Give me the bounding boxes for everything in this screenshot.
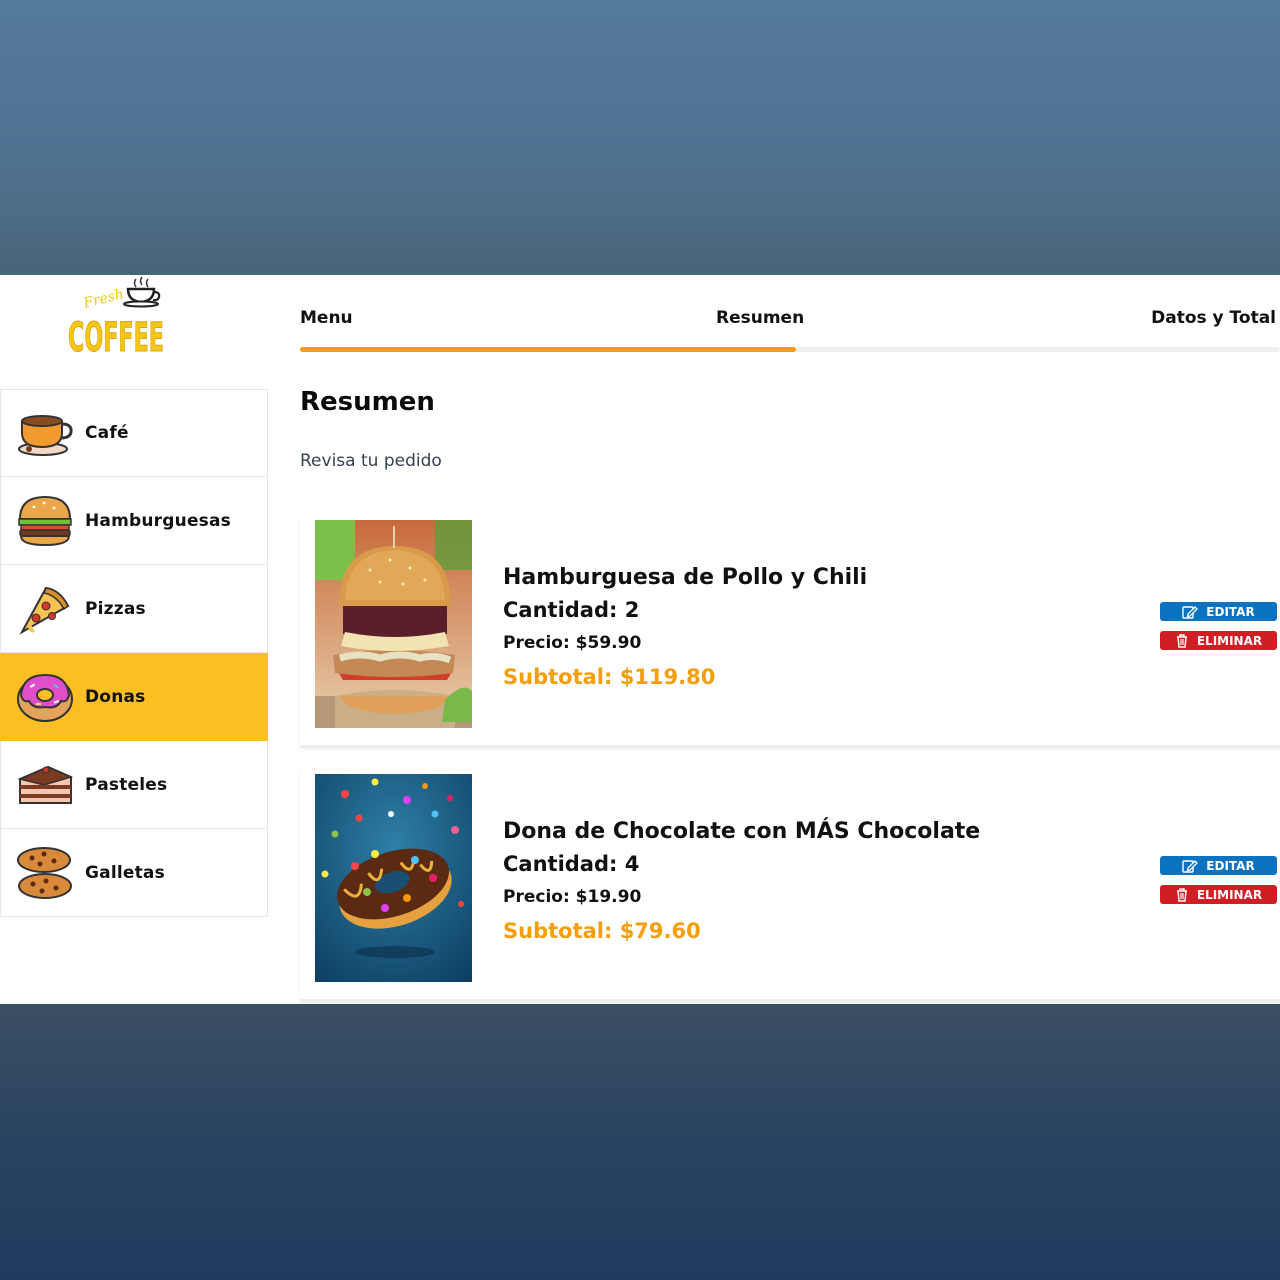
category-sidebar: Café Hamburguesas Pizzas Donas Pasteles … — [0, 389, 268, 917]
svg-text:COFFEE: COFFEE — [68, 315, 164, 359]
item-quantity: Cantidad: 4 — [503, 852, 640, 876]
sidebar-item-galletas[interactable]: Galletas — [0, 829, 268, 917]
app-window: Fresh COFFEE Menu Resumen Datos y Total — [0, 275, 1280, 1004]
cookies-icon — [15, 843, 75, 903]
sidebar-item-label: Galletas — [85, 862, 165, 883]
edit-icon — [1182, 859, 1199, 873]
order-actions: EDITAR ELIMINAR — [1160, 856, 1277, 914]
sidebar-item-label: Pasteles — [85, 774, 168, 795]
delete-button[interactable]: ELIMINAR — [1160, 631, 1277, 650]
item-name: Dona de Chocolate con MÁS Chocolate — [503, 819, 981, 844]
item-price: Precio: $59.90 — [503, 633, 642, 653]
progress-track — [300, 347, 1280, 352]
pizza-slice-icon — [15, 579, 75, 639]
edit-button[interactable]: EDITAR — [1160, 602, 1277, 621]
delete-label: ELIMINAR — [1196, 633, 1263, 648]
donut-icon — [15, 667, 75, 727]
order-actions: EDITAR ELIMINAR — [1160, 602, 1277, 660]
sidebar-item-pizzas[interactable]: Pizzas — [0, 565, 268, 653]
edit-icon — [1182, 605, 1199, 619]
sidebar-item-hamburguesas[interactable]: Hamburguesas — [0, 477, 268, 565]
checkout-steps: Menu Resumen Datos y Total — [300, 308, 1280, 356]
sidebar-item-label: Café — [85, 423, 129, 443]
step-datos-total[interactable]: Datos y Total — [1151, 308, 1276, 328]
sidebar-item-label: Donas — [85, 686, 146, 707]
progress-bar — [300, 347, 796, 352]
order-item: Dona de Chocolate con MÁS Chocolate Cant… — [300, 769, 1280, 1001]
trash-icon — [1176, 887, 1187, 902]
step-resumen[interactable]: Resumen — [716, 308, 804, 328]
trash-icon — [1176, 633, 1187, 648]
coffee-cup-icon — [15, 403, 75, 463]
step-menu[interactable]: Menu — [300, 308, 353, 328]
sidebar-item-label: Hamburguesas — [85, 510, 231, 531]
sidebar-item-pasteles[interactable]: Pasteles — [0, 741, 268, 829]
edit-label: EDITAR — [1206, 604, 1255, 619]
order-item: Hamburguesa de Pollo y Chili Cantidad: 2… — [300, 515, 1280, 747]
item-subtotal: Subtotal: $119.80 — [503, 665, 716, 689]
svg-text:Fresh: Fresh — [81, 286, 126, 312]
page-title: Resumen — [300, 387, 435, 417]
page-subtitle: Revisa tu pedido — [300, 451, 442, 471]
fresh-coffee-logo: Fresh COFFEE — [66, 275, 170, 359]
background-bottom — [0, 1004, 1280, 1280]
sidebar-item-donas[interactable]: Donas — [0, 653, 268, 741]
item-subtotal: Subtotal: $79.60 — [503, 919, 701, 943]
order-info: Hamburguesa de Pollo y Chili Cantidad: 2… — [503, 563, 867, 695]
item-quantity: Cantidad: 2 — [503, 598, 640, 622]
item-name: Hamburguesa de Pollo y Chili — [503, 565, 868, 590]
cake-slice-icon — [15, 755, 75, 815]
delete-label: ELIMINAR — [1196, 887, 1263, 902]
background-top — [0, 0, 1280, 275]
chocolate-donut-photo — [315, 774, 472, 982]
order-info: Dona de Chocolate con MÁS Chocolate Cant… — [503, 817, 980, 949]
chicken-burger-photo — [315, 520, 472, 728]
delete-button[interactable]: ELIMINAR — [1160, 885, 1277, 904]
sidebar-item-cafe[interactable]: Café — [0, 389, 268, 477]
edit-button[interactable]: EDITAR — [1160, 856, 1277, 875]
sidebar-item-label: Pizzas — [85, 598, 146, 619]
edit-label: EDITAR — [1206, 858, 1255, 873]
burger-icon — [15, 491, 75, 551]
item-price: Precio: $19.90 — [503, 887, 642, 907]
